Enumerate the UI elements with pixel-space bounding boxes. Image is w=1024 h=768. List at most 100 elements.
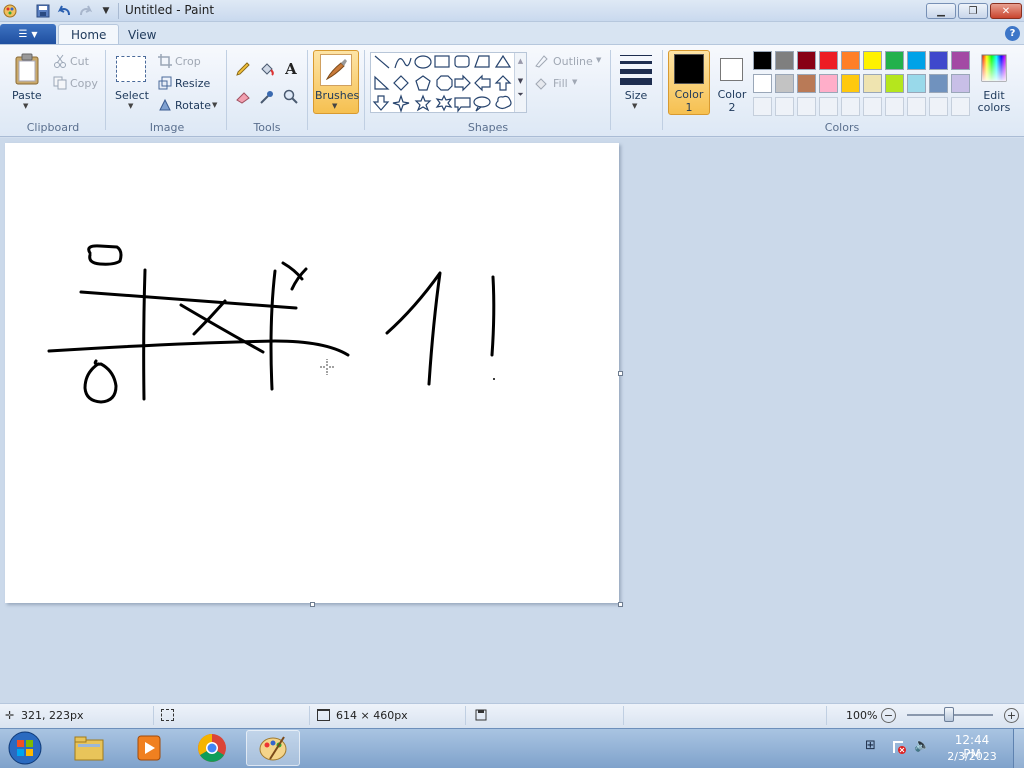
paint-app-icon[interactable] — [2, 3, 18, 19]
fill-dropdown-icon[interactable]: ▼ — [572, 78, 577, 86]
text-tool-icon[interactable]: A — [281, 59, 301, 79]
palette-swatch[interactable] — [863, 74, 882, 93]
clock-date[interactable]: 2/3/2023 — [945, 750, 999, 763]
fill-bucket-icon[interactable] — [257, 59, 277, 79]
custom-color-slot[interactable] — [863, 97, 882, 116]
custom-color-slot[interactable] — [907, 97, 926, 116]
redo-icon[interactable] — [78, 3, 94, 19]
expand-gallery-icon[interactable]: ⏷ — [515, 90, 526, 100]
volume-icon[interactable]: 🔈 — [914, 738, 930, 753]
palette-swatch[interactable] — [929, 51, 948, 70]
paste-button[interactable] — [12, 52, 42, 86]
custom-color-slot[interactable] — [753, 97, 772, 116]
taskbar-paint[interactable] — [246, 730, 300, 766]
palette-swatch[interactable] — [841, 74, 860, 93]
customize-quick-access-icon[interactable]: ▼ — [98, 3, 114, 19]
paste-label[interactable]: Paste — [12, 89, 42, 102]
resize-handle-bottom[interactable] — [310, 602, 315, 607]
close-button[interactable]: ✕ — [990, 3, 1022, 19]
palette-swatch[interactable] — [951, 74, 970, 93]
group-divider — [662, 50, 663, 130]
edit-colors-label-2[interactable]: colors — [976, 101, 1012, 114]
palette-swatch[interactable] — [797, 74, 816, 93]
action-center-icon[interactable] — [890, 738, 908, 756]
rotate-dropdown-icon[interactable]: ▼ — [212, 101, 217, 109]
palette-swatch[interactable] — [775, 51, 794, 70]
minimize-button[interactable]: ▁ — [926, 3, 956, 19]
custom-color-slot[interactable] — [951, 97, 970, 116]
drawing-canvas[interactable] — [5, 143, 619, 603]
show-desktop-button[interactable] — [1013, 729, 1024, 768]
taskbar-chrome[interactable] — [185, 730, 239, 766]
save-icon[interactable] — [35, 3, 51, 19]
resize-button[interactable]: Resize — [175, 77, 210, 90]
restore-button[interactable]: ❐ — [958, 3, 988, 19]
paste-dropdown-icon[interactable]: ▼ — [23, 102, 28, 110]
palette-swatch[interactable] — [907, 51, 926, 70]
brushes-dropdown-icon[interactable]: ▼ — [332, 102, 337, 110]
palette-swatch[interactable] — [929, 74, 948, 93]
select-dropdown-icon[interactable]: ▼ — [128, 102, 133, 110]
rotate-button[interactable]: Rotate — [175, 99, 211, 112]
custom-color-slot[interactable] — [797, 97, 816, 116]
fill-button[interactable]: Fill — [553, 77, 568, 90]
palette-swatch[interactable] — [841, 51, 860, 70]
palette-swatch[interactable] — [885, 74, 904, 93]
scroll-down-icon[interactable]: ▼ — [515, 77, 526, 85]
tab-view[interactable]: View — [116, 24, 168, 45]
help-icon[interactable]: ? — [1005, 26, 1020, 41]
palette-swatch[interactable] — [753, 51, 772, 70]
stroke-vertical-left — [142, 268, 147, 401]
outline-button[interactable]: Outline — [553, 55, 593, 68]
network-icon[interactable]: ⊞ — [865, 738, 876, 753]
zoom-slider-thumb[interactable] — [944, 707, 954, 722]
edit-colors-icon[interactable] — [980, 53, 1008, 83]
pencil-icon[interactable] — [233, 59, 253, 79]
group-divider — [364, 50, 365, 130]
palette-swatch[interactable] — [797, 51, 816, 70]
outline-dropdown-icon[interactable]: ▼ — [596, 56, 601, 64]
zoom-in-button[interactable]: + — [1004, 708, 1019, 723]
clipboard-group-label: Clipboard — [26, 121, 80, 134]
scroll-up-icon[interactable]: ▲ — [515, 57, 526, 65]
custom-color-slot[interactable] — [929, 97, 948, 116]
palette-swatch[interactable] — [907, 74, 926, 93]
zoom-out-button[interactable]: − — [881, 708, 896, 723]
palette-swatch[interactable] — [775, 74, 794, 93]
size-dropdown-icon[interactable]: ▼ — [632, 102, 637, 110]
color2-label[interactable]: Color — [712, 88, 752, 101]
taskbar-media-player[interactable] — [122, 730, 176, 766]
custom-color-slot[interactable] — [775, 97, 794, 116]
tab-home[interactable]: Home — [58, 24, 120, 45]
shapes-scrollbar[interactable]: ▲ ▼ ⏷ — [514, 53, 526, 112]
color2-swatch[interactable] — [720, 58, 743, 81]
select-rectangle-icon[interactable] — [116, 56, 146, 82]
custom-color-slot[interactable] — [819, 97, 838, 116]
palette-swatch[interactable] — [951, 51, 970, 70]
palette-swatch[interactable] — [863, 51, 882, 70]
palette-swatch[interactable] — [885, 51, 904, 70]
select-button[interactable]: Select — [115, 89, 149, 102]
undo-icon[interactable] — [56, 3, 72, 19]
taskbar-explorer[interactable] — [62, 730, 116, 766]
palette-swatch[interactable] — [819, 74, 838, 93]
size-button[interactable]: Size — [616, 89, 656, 102]
copy-button[interactable]: Copy — [70, 77, 98, 90]
resize-handle-right[interactable] — [618, 371, 623, 376]
magnifier-icon[interactable] — [281, 87, 301, 107]
resize-handle-corner[interactable] — [618, 602, 623, 607]
cut-button[interactable]: Cut — [70, 55, 89, 68]
start-button[interactable] — [5, 730, 45, 766]
crop-button[interactable]: Crop — [175, 55, 201, 68]
shapes-group-label: Shapes — [467, 121, 509, 134]
palette-swatch[interactable] — [753, 74, 772, 93]
file-menu-button[interactable]: ☰ ▼ — [0, 24, 56, 44]
custom-color-slot[interactable] — [841, 97, 860, 116]
size-lines-icon[interactable] — [616, 52, 656, 86]
eraser-icon[interactable] — [233, 87, 253, 107]
palette-swatch[interactable] — [819, 51, 838, 70]
cursor-position: 321, 223px — [21, 709, 84, 722]
custom-color-slot[interactable] — [885, 97, 904, 116]
color-picker-icon[interactable] — [257, 87, 277, 107]
canvas-size-icon — [317, 709, 330, 721]
